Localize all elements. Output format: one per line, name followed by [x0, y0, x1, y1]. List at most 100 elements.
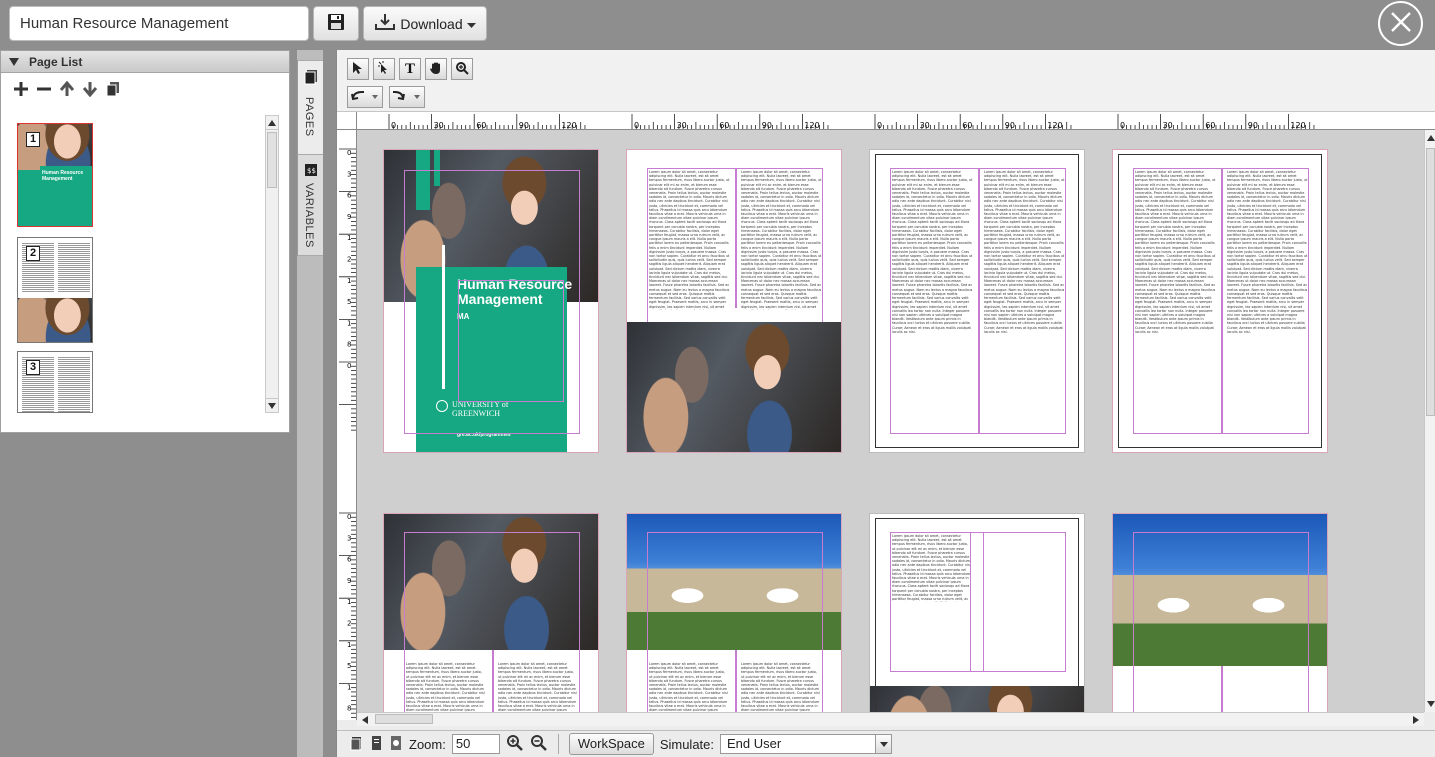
move-up-arrow-icon[interactable] — [57, 79, 77, 99]
save-button[interactable] — [313, 6, 359, 41]
chevron-down-icon[interactable] — [875, 735, 892, 753]
text-column: Lorem ipsum dolor sit amet, consectetur … — [406, 662, 485, 712]
scroll-right-arrow-icon[interactable] — [1410, 714, 1422, 725]
text-column: Lorem ipsum dolor sit amet, consectetur … — [649, 662, 728, 712]
undo-button[interactable] — [347, 86, 383, 108]
ruler-label: 30 — [920, 121, 930, 130]
simulate-label: Simulate: — [659, 736, 715, 752]
zoom-in-icon[interactable] — [506, 734, 524, 755]
text-column: Lorem ipsum dolor sit amet, consectetur … — [498, 662, 577, 712]
page-6[interactable]: Lorem ipsum dolor sit amet, consectetur … — [626, 513, 842, 712]
ruler-label: 5 — [347, 662, 351, 670]
add-page-icon[interactable] — [11, 79, 31, 99]
remove-page-icon[interactable] — [34, 79, 54, 99]
text-tool-button[interactable]: T — [399, 58, 421, 80]
document-title-field[interactable]: Human Resource Management — [9, 6, 309, 41]
text-column: Lorem ipsum dolor sit amet, consectetur … — [741, 170, 822, 310]
greenwich-photo — [627, 514, 841, 650]
ruler-label: 1 — [347, 641, 351, 649]
fit-page-view-icon[interactable] — [389, 735, 403, 754]
ruler-label: 60 — [719, 121, 729, 130]
scroll-thumb[interactable] — [267, 132, 277, 188]
ruler-label: 120 — [1047, 121, 1062, 130]
scroll-left-arrow-icon[interactable] — [359, 714, 371, 725]
page-1-cover[interactable]: Human Resource Management MA UNIVERSITY o… — [383, 149, 599, 453]
cover-degree: MA — [457, 312, 470, 321]
scroll-up-arrow-icon[interactable] — [266, 116, 278, 130]
chevron-down-icon — [466, 16, 476, 32]
scroll-thumb[interactable] — [1426, 148, 1435, 416]
ruler-label: 0 — [634, 121, 639, 130]
page-list-title: Page List — [29, 54, 83, 69]
horizontal-ruler[interactable]: 0 30 60 90 120 0 30 60 90 120 0 30 60 90 120 0 30 60 90 120 — [357, 112, 1435, 130]
ruler-label: 9 — [347, 577, 351, 585]
workspace-button[interactable]: WorkSpace — [568, 733, 654, 755]
page-thumbnail[interactable]: Human Resource Management 1 — [17, 123, 93, 227]
text-column: Lorem ipsum dolor sit amet, consectetur … — [1227, 170, 1308, 334]
scroll-up-arrow-icon[interactable] — [1425, 132, 1435, 144]
redo-button[interactable] — [389, 86, 425, 108]
page-thumbnail[interactable]: 3 — [17, 351, 93, 413]
close-button[interactable] — [1378, 1, 1423, 46]
ruler-label: 0 — [877, 121, 882, 130]
single-page-view-icon[interactable] — [349, 735, 363, 754]
text-column: Lorem ipsum dolor sit amet, consectetur … — [892, 534, 971, 602]
page-photo — [384, 514, 598, 650]
collapse-triangle-icon[interactable] — [9, 55, 19, 69]
page-photo — [870, 686, 1084, 712]
page-list-header[interactable]: Page List — [1, 51, 289, 73]
zoom-tool-button[interactable] — [451, 58, 473, 80]
page-2[interactable]: Lorem ipsum dolor sit amet, consectetur … — [626, 149, 842, 453]
tab-variables[interactable]: $$ VARIABLES — [297, 154, 323, 256]
text-column: Lorem ipsum dolor sit amet, consectetur … — [741, 662, 820, 712]
ruler-label: 90 — [519, 121, 529, 130]
zoom-out-icon[interactable] — [530, 734, 548, 755]
simulate-select[interactable]: End User — [720, 734, 893, 754]
canvas-vertical-scrollbar[interactable] — [1424, 130, 1435, 712]
simulate-value: End User — [727, 736, 782, 751]
scroll-down-arrow-icon[interactable] — [1425, 698, 1435, 710]
ruler-label: 9 — [347, 213, 351, 221]
page-5[interactable]: Lorem ipsum dolor sit amet, consectetur … — [383, 513, 599, 712]
tab-pages[interactable]: PAGES — [297, 60, 323, 156]
page-8[interactable] — [1112, 513, 1328, 712]
spread-view-icon[interactable] — [369, 735, 383, 754]
ruler-label: 60 — [962, 121, 972, 130]
direct-select-tool-button[interactable] — [373, 58, 395, 80]
tab-variables-label: VARIABLES — [303, 183, 315, 248]
select-tool-button[interactable] — [347, 58, 369, 80]
ruler-label: 90 — [1005, 121, 1015, 130]
page-photo — [627, 322, 841, 452]
page-canvas[interactable]: Human Resource Management MA UNIVERSITY o… — [357, 130, 1424, 712]
hand-tool-button[interactable] — [425, 58, 447, 80]
download-button[interactable]: Download — [363, 6, 487, 41]
move-down-arrow-icon[interactable] — [80, 79, 100, 99]
thumbnail-scrollbar[interactable] — [265, 115, 279, 413]
svg-text:$$: $$ — [307, 167, 316, 175]
ruler-label: 2 — [347, 256, 351, 264]
page-7[interactable]: Lorem ipsum dolor sit amet, consectetur … — [869, 513, 1085, 712]
side-tabs: PAGES $$ VARIABLES — [297, 50, 323, 757]
text-column: Lorem ipsum dolor sit amet, consectetur … — [649, 170, 730, 310]
ruler-label: 1 — [347, 277, 351, 285]
ruler-label: 1 — [347, 598, 351, 606]
duplicate-page-icon[interactable] — [103, 79, 123, 99]
canvas-horizontal-scrollbar[interactable] — [357, 712, 1424, 726]
page-3[interactable]: Lorem ipsum dolor sit amet, consectetur … — [869, 149, 1085, 453]
text-column: Lorem ipsum dolor sit amet, consectetur … — [892, 170, 973, 334]
download-label: Download — [400, 15, 463, 32]
university-crest-icon — [436, 400, 448, 412]
greenwich-photo — [1113, 514, 1327, 666]
scroll-down-arrow-icon[interactable] — [266, 398, 278, 412]
ruler-label: 0 — [391, 121, 396, 130]
zoom-input[interactable]: 50 — [451, 734, 500, 754]
ruler-label: 120 — [561, 121, 576, 130]
vertical-ruler[interactable]: 036912151800369121518 — [337, 130, 357, 720]
redo-arrow-icon — [392, 89, 422, 106]
page-thumbnail[interactable]: 2 — [17, 237, 93, 343]
scroll-thumb[interactable] — [375, 714, 433, 724]
ruler-label: 60 — [476, 121, 486, 130]
undo-arrow-icon — [350, 89, 380, 106]
ruler-label: 0 — [1120, 121, 1125, 130]
page-4[interactable]: Lorem ipsum dolor sit amet, consectetur … — [1112, 149, 1328, 453]
